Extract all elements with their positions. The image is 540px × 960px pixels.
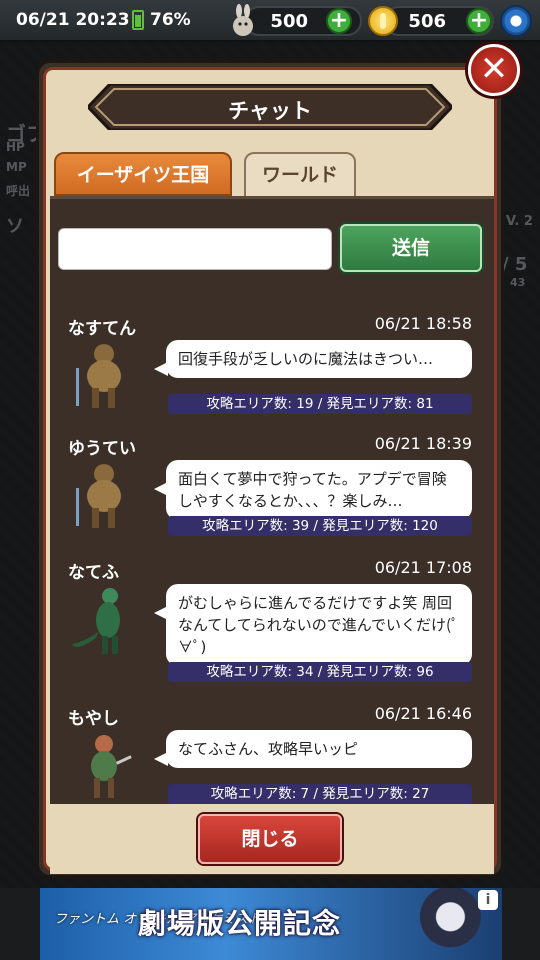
message-timestamp: 06/21 17:08 xyxy=(374,558,472,577)
add-coin-button[interactable]: + xyxy=(466,8,492,34)
message-username: なすてん xyxy=(68,319,137,339)
status-time: 06/21 20:23 xyxy=(16,10,130,30)
message-username: ゆうてい xyxy=(68,439,136,459)
message-username: なてふ xyxy=(68,563,119,583)
close-x-button[interactable]: ✕ xyxy=(468,44,520,96)
rabbit-icon xyxy=(233,4,253,36)
battery-icon xyxy=(132,10,144,30)
goblin-icon xyxy=(91,735,132,798)
title-banner: チャット xyxy=(88,84,452,130)
ad-margin-left xyxy=(0,888,40,960)
dialog-title: チャット xyxy=(228,99,312,123)
message-bubble: なてふさん、攻略早いッピ xyxy=(154,730,472,768)
chat-message: ゆうてい 06/21 18:39 面白くて夢中で狩ってた。アプデで冒険しやすくな… xyxy=(68,434,472,554)
battery-percent: 76% xyxy=(150,10,191,30)
chat-message: なすてん 06/21 18:58 回復手段が乏しいのに魔法はきつい… 攻略エリア… xyxy=(68,314,472,434)
message-stats: 攻略エリア数: 39 / 発見エリア数: 120 xyxy=(168,516,472,536)
message-username: もやし xyxy=(68,709,119,729)
message-timestamp: 06/21 18:39 xyxy=(374,434,472,453)
message-timestamp: 06/21 18:58 xyxy=(374,314,472,333)
chat-message: なてふ 06/21 17:08 がむしゃらに進んでるだけですよ笑 周回なんてして… xyxy=(68,558,472,682)
tab-kingdom[interactable]: イーザイツ王国 xyxy=(54,152,232,196)
message-stats: 攻略エリア数: 7 / 発見エリア数: 27 xyxy=(168,784,472,804)
beast-warrior-icon xyxy=(76,464,121,528)
status-bar: 06/21 20:23 76% 500 + 506 + xyxy=(0,0,540,42)
send-button[interactable]: 送信 xyxy=(340,224,482,272)
ad-banner[interactable]: ファントム オブ キル アルケミスト 劇場版公開記念 xyxy=(40,888,502,960)
close-button[interactable]: 閉じる xyxy=(198,814,342,864)
message-bubble: 面白くて夢中で狩ってた。アプデで冒険しやすくなるとか、、、？楽しみ… xyxy=(154,460,472,520)
ad-title: 劇場版公開記念 xyxy=(138,907,342,940)
chat-message-input[interactable] xyxy=(58,228,332,270)
coin-value: 506 xyxy=(408,11,446,32)
message-bubble: 回復手段が乏しいのに魔法はきつい… xyxy=(154,340,472,378)
add-stamina-button[interactable]: + xyxy=(326,8,352,34)
tab-world[interactable]: ワールド xyxy=(244,152,356,198)
beast-warrior-icon xyxy=(76,344,121,408)
info-icon[interactable]: i xyxy=(478,890,498,910)
lizardman-icon xyxy=(72,588,120,654)
ad-margin-right xyxy=(502,888,540,960)
gear-icon[interactable] xyxy=(500,5,532,37)
message-stats: 攻略エリア数: 19 / 発見エリア数: 81 xyxy=(168,394,472,414)
message-bubble: がむしゃらに進んでるだけですよ笑 周回なんてしてられないので進んでいくだけ(ﾟ∀… xyxy=(154,584,472,666)
coin-icon xyxy=(368,6,398,36)
stamina-value: 500 xyxy=(270,11,308,32)
message-timestamp: 06/21 16:46 xyxy=(374,704,472,723)
message-stats: 攻略エリア数: 34 / 発見エリア数: 96 xyxy=(168,662,472,682)
